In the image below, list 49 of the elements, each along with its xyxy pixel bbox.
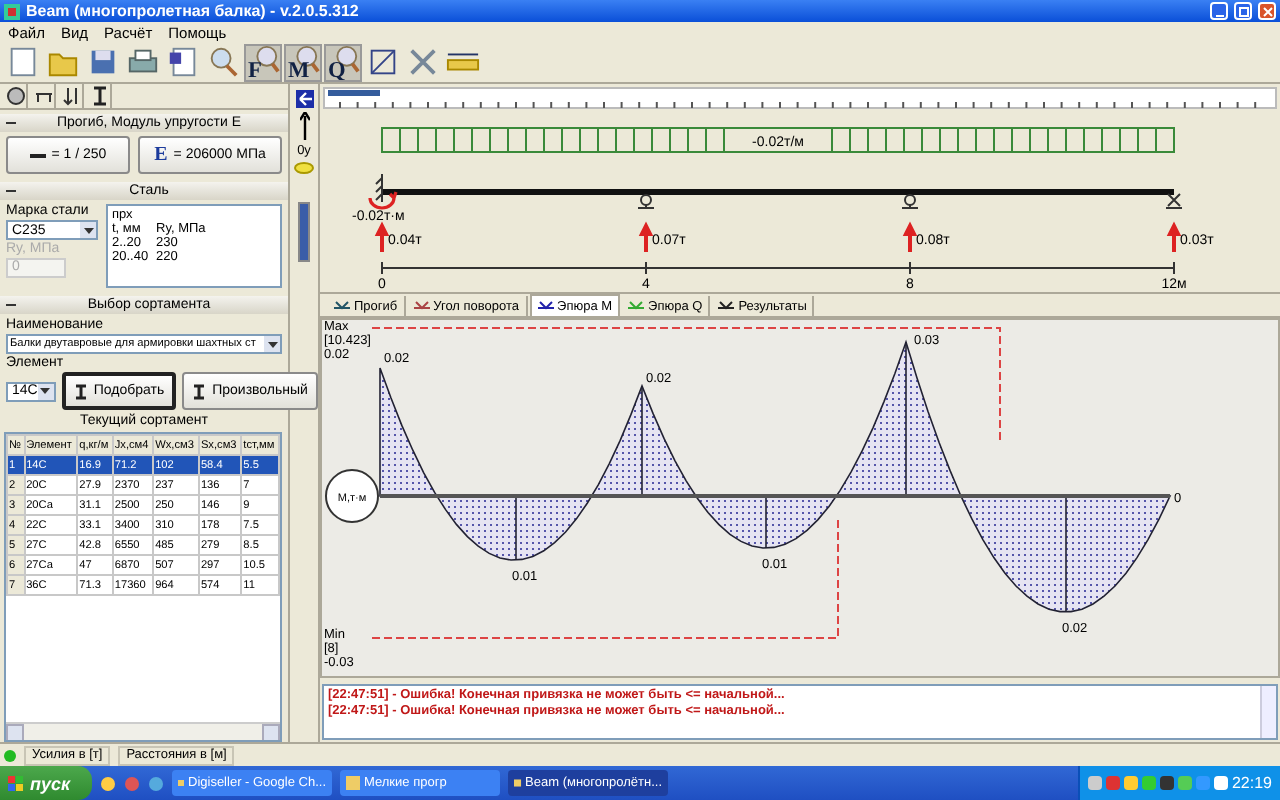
maximize-button[interactable] bbox=[1234, 2, 1252, 20]
reaction-arrow-icon bbox=[904, 221, 916, 254]
close-icon bbox=[1260, 4, 1274, 18]
chevron-icon bbox=[718, 300, 735, 312]
horizontal-scrollbar[interactable] bbox=[6, 722, 280, 740]
dash-icon bbox=[29, 153, 46, 157]
dropdown-arrow-icon bbox=[37, 383, 54, 399]
support-icon bbox=[1165, 193, 1183, 209]
up-arrow-icon bbox=[299, 112, 309, 140]
window-icon bbox=[514, 776, 522, 790]
document-icon bbox=[166, 44, 200, 80]
clock-text: 22:19 bbox=[1231, 774, 1272, 792]
unit-circle bbox=[325, 469, 379, 523]
chevron-icon bbox=[537, 300, 554, 312]
frame-icon bbox=[366, 44, 400, 80]
flag-icon bbox=[8, 775, 24, 791]
i-beam-icon[interactable] bbox=[89, 86, 109, 106]
i-beam-icon bbox=[192, 383, 207, 399]
comment-icon[interactable] bbox=[294, 162, 314, 174]
chevron-icon bbox=[413, 300, 430, 312]
reaction-arrow-icon bbox=[640, 221, 652, 254]
blank-page-icon bbox=[6, 44, 40, 80]
magnifier-letter-button[interactable]: F bbox=[244, 43, 282, 81]
reaction-arrow-icon bbox=[1168, 221, 1180, 254]
window-icon bbox=[346, 776, 360, 790]
moment-arrow-icon bbox=[368, 190, 398, 210]
support-icon bbox=[637, 194, 655, 209]
chevron-icon bbox=[334, 300, 350, 312]
magnifier-letter-button[interactable]: M bbox=[284, 43, 322, 81]
reaction-arrow-icon bbox=[376, 221, 388, 254]
vertical-scroll-thumb[interactable] bbox=[298, 202, 310, 262]
magnifier-icon bbox=[206, 44, 240, 80]
dropdown-arrow-icon bbox=[264, 336, 280, 352]
vertical-scrollbar[interactable] bbox=[1260, 686, 1276, 738]
maximize-icon bbox=[1236, 4, 1250, 18]
dropdown-arrow-icon bbox=[80, 222, 96, 238]
minimize-button[interactable] bbox=[1210, 2, 1228, 20]
load-arrows-icon[interactable] bbox=[61, 86, 81, 106]
status-dot-icon bbox=[4, 749, 16, 761]
window-icon bbox=[178, 776, 184, 790]
chevron-icon bbox=[628, 300, 645, 312]
start-button[interactable]: пуск bbox=[0, 766, 92, 800]
app-icon bbox=[4, 3, 20, 19]
support-icon bbox=[901, 194, 919, 209]
close-button[interactable] bbox=[1258, 2, 1276, 20]
i-beam-icon bbox=[73, 383, 88, 399]
support-icon bbox=[375, 173, 383, 203]
window-title: Beam (многопролетная балка) - v.2.0.5.312 bbox=[26, 2, 361, 20]
back-arrow-icon[interactable] bbox=[295, 90, 313, 108]
